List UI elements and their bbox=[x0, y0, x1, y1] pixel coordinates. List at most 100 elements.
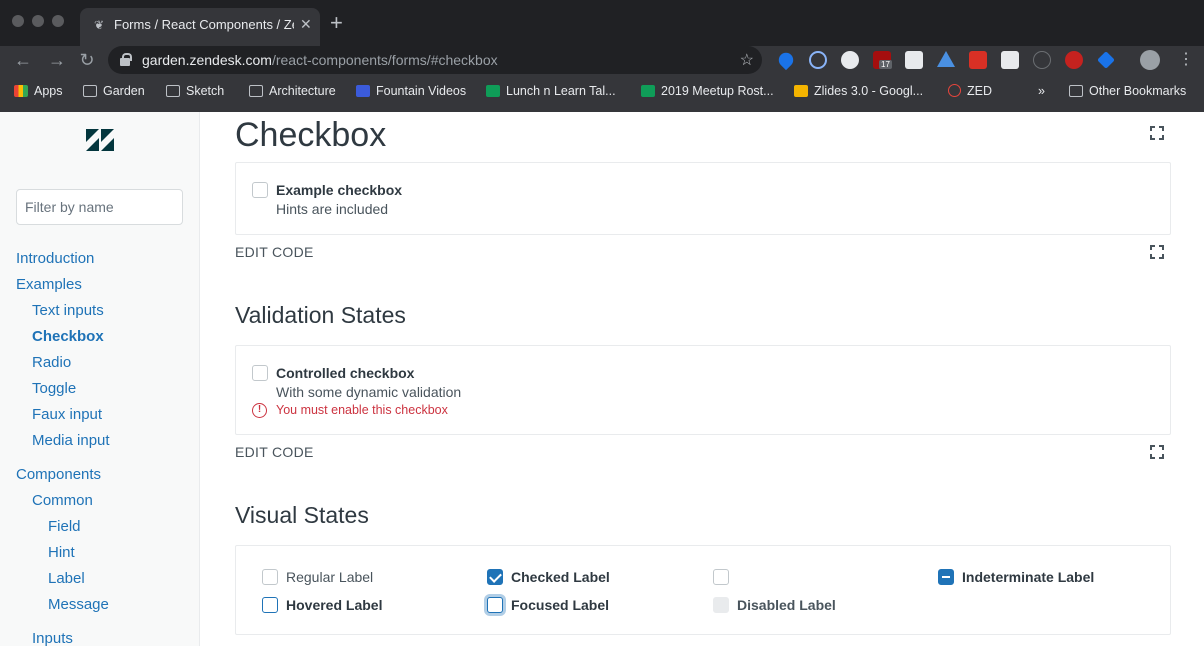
bookmark-architecture[interactable]: Architecture bbox=[249, 84, 336, 98]
visual-states-heading: Visual States bbox=[235, 502, 369, 528]
example-checkbox-hint: Hints are included bbox=[276, 201, 389, 217]
folder-icon bbox=[249, 85, 263, 97]
nav-item-inputs[interactable]: Inputs bbox=[32, 630, 73, 647]
bookmark-lunch-n-learn[interactable]: Lunch n Learn Tal... bbox=[486, 84, 616, 98]
validation-card: Controlled checkbox With some dynamic va… bbox=[235, 345, 1171, 435]
gem-extension-icon[interactable] bbox=[775, 49, 797, 71]
browser-menu-icon[interactable]: ⋮ bbox=[1178, 49, 1194, 69]
hovered-checkbox[interactable] bbox=[262, 597, 278, 613]
filter-input[interactable] bbox=[16, 189, 183, 225]
bookmarks-overflow-button[interactable]: » bbox=[1038, 84, 1045, 98]
triangle-extension-icon[interactable] bbox=[937, 51, 955, 67]
bookmark-garden[interactable]: Garden bbox=[83, 84, 145, 98]
checked-checkbox-label[interactable]: Checked Label bbox=[511, 569, 610, 585]
controlled-checkbox-hint: With some dynamic validation bbox=[276, 384, 462, 400]
nav-item-label[interactable]: Label bbox=[48, 570, 85, 587]
regular-checkbox[interactable] bbox=[262, 569, 278, 585]
fullscreen-icon[interactable] bbox=[1150, 126, 1164, 140]
edit-code-button[interactable]: EDIT CODE bbox=[235, 244, 314, 260]
fullscreen-icon[interactable] bbox=[1150, 445, 1164, 459]
hovered-checkbox-label[interactable]: Hovered Label bbox=[286, 597, 382, 613]
nav-item-examples[interactable]: Examples bbox=[16, 276, 82, 293]
lock-icon bbox=[120, 53, 132, 66]
forward-button[interactable]: → bbox=[46, 49, 68, 71]
edit-code-button[interactable]: EDIT CODE bbox=[235, 444, 314, 460]
ublock-extension-icon[interactable]: 17 bbox=[873, 51, 892, 69]
browser-chrome: ❦ Forms / React Components / Zendesk Gar… bbox=[0, 0, 1204, 112]
regular-checkbox-label[interactable]: Regular Label bbox=[286, 569, 373, 585]
notes-extension-icon[interactable] bbox=[905, 51, 923, 69]
blue-extension-icon[interactable] bbox=[1097, 51, 1115, 69]
nav-item-checkbox[interactable]: Checkbox bbox=[32, 328, 104, 345]
validation-error-message: You must enable this checkbox bbox=[276, 403, 448, 417]
checked-checkbox[interactable] bbox=[487, 569, 503, 585]
example-checkbox-label[interactable]: Example checkbox bbox=[276, 182, 402, 198]
history-extension-icon[interactable] bbox=[809, 51, 827, 69]
nav-item-components[interactable]: Components bbox=[16, 466, 101, 483]
example-checkbox[interactable] bbox=[252, 182, 268, 198]
indeterminate-checkbox[interactable] bbox=[938, 569, 954, 585]
maximize-window-button[interactable] bbox=[52, 15, 64, 27]
sidebar: Introduction Examples Text inputs Checkb… bbox=[0, 112, 200, 647]
close-tab-icon[interactable]: ✕ bbox=[300, 16, 312, 33]
zendesk-logo-icon[interactable] bbox=[86, 129, 114, 151]
indeterminate-checkbox-label[interactable]: Indeterminate Label bbox=[962, 569, 1094, 585]
red-extension-icon[interactable] bbox=[969, 51, 987, 69]
fullscreen-icon[interactable] bbox=[1150, 245, 1164, 259]
back-button[interactable]: ← bbox=[12, 49, 34, 71]
error-icon: ! bbox=[252, 403, 267, 418]
bookmark-zed[interactable]: ZED bbox=[948, 84, 992, 98]
focused-checkbox-label[interactable]: Focused Label bbox=[511, 597, 609, 613]
minimize-window-button[interactable] bbox=[32, 15, 44, 27]
bookmark-other[interactable]: Other Bookmarks bbox=[1069, 84, 1186, 98]
fountain-icon bbox=[356, 85, 370, 97]
bookmarks-bar: Apps Garden Sketch Architecture Fountain… bbox=[0, 80, 1204, 104]
s-extension-icon[interactable] bbox=[1001, 51, 1019, 69]
profile-avatar[interactable] bbox=[1140, 50, 1160, 70]
validation-states-heading: Validation States bbox=[235, 302, 406, 328]
nav-item-toggle[interactable]: Toggle bbox=[32, 380, 76, 397]
nav-item-media-input[interactable]: Media input bbox=[32, 432, 110, 449]
bookmark-sketch[interactable]: Sketch bbox=[166, 84, 224, 98]
tab-title: Forms / React Components / Zendesk Garde… bbox=[114, 17, 294, 32]
nav-item-common[interactable]: Common bbox=[32, 492, 93, 509]
bookmark-meetup-roster[interactable]: 2019 Meetup Rost... bbox=[641, 84, 774, 98]
info-extension-icon[interactable] bbox=[1033, 51, 1051, 69]
page-title: Checkbox bbox=[235, 116, 387, 154]
focused-checkbox[interactable] bbox=[487, 597, 503, 613]
example-card: Example checkbox Hints are included bbox=[235, 162, 1171, 235]
disabled-checkbox bbox=[713, 597, 729, 613]
nav-item-message[interactable]: Message bbox=[48, 596, 109, 613]
nav-item-hint[interactable]: Hint bbox=[48, 544, 75, 561]
controlled-checkbox-label[interactable]: Controlled checkbox bbox=[276, 365, 414, 381]
bookmark-apps[interactable]: Apps bbox=[14, 84, 63, 98]
browser-tab-active[interactable]: ❦ Forms / React Components / Zendesk Gar… bbox=[80, 8, 320, 46]
controlled-checkbox[interactable] bbox=[252, 365, 268, 381]
url-text: garden.zendesk.com/react-components/form… bbox=[142, 52, 498, 68]
folder-icon bbox=[83, 85, 97, 97]
bookmark-zlides[interactable]: Zlides 3.0 - Googl... bbox=[794, 84, 923, 98]
zed-icon bbox=[948, 84, 961, 97]
nav-item-text-inputs[interactable]: Text inputs bbox=[32, 302, 104, 319]
unlabeled-checkbox[interactable] bbox=[713, 569, 729, 585]
nav-item-introduction[interactable]: Introduction bbox=[16, 250, 94, 267]
nav-item-field[interactable]: Field bbox=[48, 518, 81, 535]
slides-icon bbox=[794, 85, 808, 97]
disabled-checkbox-label: Disabled Label bbox=[737, 597, 836, 613]
key-extension-icon[interactable] bbox=[1065, 51, 1083, 69]
ghostery-extension-icon[interactable] bbox=[841, 51, 859, 69]
folder-icon bbox=[166, 85, 180, 97]
address-bar[interactable]: garden.zendesk.com/react-components/form… bbox=[108, 46, 762, 74]
sheets-icon bbox=[641, 85, 655, 97]
reload-button[interactable]: ↻ bbox=[76, 49, 98, 71]
nav-item-radio[interactable]: Radio bbox=[32, 354, 71, 371]
close-window-button[interactable] bbox=[12, 15, 24, 27]
visual-states-card: Regular Label Checked Label Indeterminat… bbox=[235, 545, 1171, 635]
nav-item-faux-input[interactable]: Faux input bbox=[32, 406, 102, 423]
sheets-icon bbox=[486, 85, 500, 97]
new-tab-button[interactable]: + bbox=[330, 12, 343, 34]
leaf-favicon-icon: ❦ bbox=[94, 18, 105, 32]
bookmark-star-icon[interactable]: ☆ bbox=[740, 50, 754, 70]
bookmark-fountain-videos[interactable]: Fountain Videos bbox=[356, 84, 466, 98]
extension-badge: 17 bbox=[879, 60, 892, 69]
